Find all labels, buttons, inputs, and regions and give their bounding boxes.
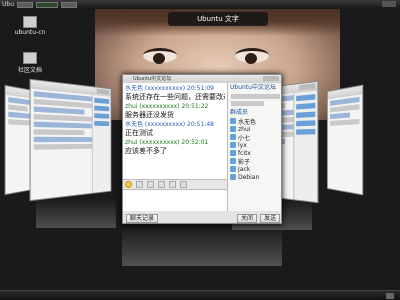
desktop-icon-label: 社区文档 xyxy=(17,67,42,74)
member-name: lyx xyxy=(238,141,247,149)
underline-icon[interactable] xyxy=(169,181,176,188)
chat-history[interactable]: 水无色 (xxxxxxxxxx) 20:51:09 系统还存在一些问题，还需要改… xyxy=(123,83,227,179)
tray-icon[interactable] xyxy=(382,1,396,7)
chat-message: 水无色 (xxxxxxxxxx) 20:51:48 正在测试 xyxy=(125,121,225,137)
avatar-icon xyxy=(230,118,236,124)
desktop-icon-ubuntu[interactable]: ubuntu-cn xyxy=(10,16,50,36)
chat-message: zhui (xxxxxxxxxx) 20:52:01 应该差不多了 xyxy=(125,139,225,155)
emoticon-icon[interactable] xyxy=(125,181,132,188)
message-sender: 水无色 (xxxxxxxxxx) 20:51:48 xyxy=(125,121,214,128)
scale-title-text: Ubuntu 文字 xyxy=(197,15,239,23)
member-item[interactable]: Jack xyxy=(228,165,281,173)
member-name: zhui xyxy=(238,125,251,133)
workspace-switcher[interactable] xyxy=(17,1,34,8)
send-button[interactable]: 发送 xyxy=(259,213,280,223)
avatar-icon xyxy=(230,134,236,140)
bold-icon[interactable] xyxy=(147,181,154,188)
format-toolbar xyxy=(123,179,227,189)
avatar-icon xyxy=(230,158,236,164)
window-controls[interactable] xyxy=(263,76,279,81)
chat-message: zhui (xxxxxxxxxx) 20:51:22 服务器还没发货 xyxy=(125,103,225,119)
member-name: Jack xyxy=(238,165,251,173)
member-name: 影子 xyxy=(238,158,251,166)
chat-message: 水无色 (xxxxxxxxxx) 20:51:09 系统还存在一些问题，还需要改… xyxy=(125,85,225,101)
message-text: 服务器还没发货 xyxy=(125,111,174,119)
member-item[interactable]: fcitx xyxy=(228,149,281,157)
member-item[interactable]: 水无色 xyxy=(228,117,281,126)
member-item[interactable]: zhui xyxy=(228,125,281,133)
member-name: Debian xyxy=(238,173,260,181)
folder-icon xyxy=(23,16,37,28)
member-item[interactable]: lyx xyxy=(228,141,281,149)
message-text: 系统还存在一些问题，还需要改进 xyxy=(125,93,225,101)
chat-record-button[interactable]: 聊天记录 xyxy=(126,213,159,223)
avatar-icon xyxy=(230,142,236,148)
window-title: Ubuntu中文论坛 xyxy=(133,76,172,82)
bottom-panel xyxy=(0,290,400,300)
member-item[interactable]: 影子 xyxy=(228,157,281,166)
close-button[interactable]: 关闭 xyxy=(236,213,257,223)
group-side-panel: Ubuntu中文论坛 群成员 水无色 zhui 小七 lyx fcitx 影子 … xyxy=(227,83,281,211)
member-name: fcitx xyxy=(238,149,251,157)
window-reflection xyxy=(36,198,116,228)
avatar-icon xyxy=(230,174,236,180)
message-sender: zhui (xxxxxxxxxx) 20:51:22 xyxy=(125,103,209,110)
member-name: 水无色 xyxy=(238,118,257,126)
window-list-item[interactable] xyxy=(61,1,78,8)
left-chat-window[interactable] xyxy=(29,78,112,202)
message-input[interactable] xyxy=(123,189,227,211)
trash-icon[interactable] xyxy=(386,293,394,299)
far-right-window[interactable] xyxy=(327,84,364,196)
window-titlebar[interactable]: Ubuntu中文论坛 xyxy=(123,75,281,83)
top-panel: Ubu xyxy=(0,0,400,9)
avatar-icon xyxy=(230,166,236,172)
color-icon[interactable] xyxy=(180,181,187,188)
member-item[interactable]: 小七 xyxy=(228,133,281,142)
window-reflection xyxy=(122,226,282,266)
member-item[interactable]: Debian xyxy=(228,173,281,181)
right-eye xyxy=(235,48,269,64)
desktop-icon-label: ubuntu-cn xyxy=(14,29,46,36)
left-eye xyxy=(143,48,177,64)
document-icon xyxy=(23,52,37,64)
member-list xyxy=(293,90,318,204)
message-sender: zhui (xxxxxxxxxx) 20:52:01 xyxy=(125,139,209,146)
italic-icon[interactable] xyxy=(158,181,165,188)
message-text: 正在测试 xyxy=(125,129,153,137)
member-name: 小七 xyxy=(238,134,251,142)
member-list xyxy=(91,94,111,201)
window-bottom-bar: 聊天记录 关闭 发送 xyxy=(123,211,281,223)
font-icon[interactable] xyxy=(136,181,143,188)
message-sender: 水无色 (xxxxxxxxxx) 20:51:09 xyxy=(125,85,214,92)
avatar-icon xyxy=(230,126,236,132)
main-chat-window[interactable]: Ubuntu中文论坛 水无色 (xxxxxxxxxx) 20:51:09 系统还… xyxy=(122,74,282,224)
desktop-icon-docs[interactable]: 社区文档 xyxy=(10,52,50,74)
group-header: Ubuntu中文论坛 xyxy=(230,84,276,91)
system-monitor[interactable] xyxy=(36,1,59,8)
scale-title: Ubuntu 文字 xyxy=(168,12,268,26)
message-text: 应该差不多了 xyxy=(125,147,167,155)
avatar-icon xyxy=(230,150,236,156)
panel-app-label[interactable]: Ubu xyxy=(2,1,14,8)
